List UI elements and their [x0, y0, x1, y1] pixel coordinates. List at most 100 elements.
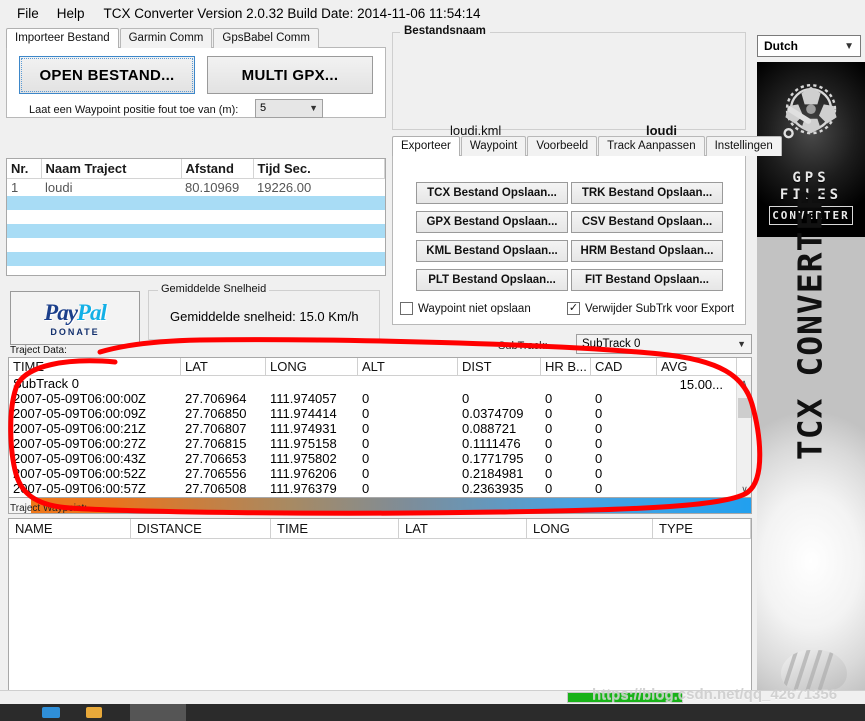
col-wp-distance[interactable]: DISTANCE	[131, 519, 271, 538]
traject-data-rows: SubTrack 0 2007-05-09T06:00:00Z 27.706964 1…	[9, 376, 751, 496]
col-long[interactable]: LONG	[266, 358, 358, 375]
paypal-donate-button[interactable]: PayPal DONATE	[10, 291, 140, 345]
col-avg[interactable]: AVG	[657, 358, 737, 375]
save-plt-button[interactable]: PLT Bestand Opslaan...	[416, 269, 568, 291]
traject-data-horizontal-scrollbar[interactable]	[8, 498, 752, 514]
tab-exporteer[interactable]: Exporteer	[392, 136, 460, 156]
col-alt[interactable]: ALT	[358, 358, 458, 375]
cell-dist: 0.1771795	[462, 451, 524, 466]
cell-long: 111.976379	[270, 481, 337, 496]
scroll-down-icon[interactable]: ∨	[737, 482, 751, 497]
subtrack-value: SubTrack 0	[582, 338, 641, 350]
tcx-converter-vertical-title: TCX CONVERTER	[790, 188, 830, 461]
table-row[interactable]: 2007-05-09T06:00:21Z 27.706807 111.974931 0…	[9, 421, 751, 436]
save-csv-button[interactable]: CSV Bestand Opslaan...	[571, 211, 723, 233]
multi-gpx-button[interactable]: MULTI GPX...	[207, 56, 373, 94]
cell-cad: 0	[595, 451, 603, 466]
tab-garmin-comm[interactable]: Garmin Comm	[119, 28, 213, 48]
table-row[interactable]: 2007-05-09T06:00:27Z 27.706815 111.975158 0…	[9, 436, 751, 451]
cell-afstand: 80.10969	[185, 180, 240, 195]
table-row[interactable]	[7, 210, 385, 224]
cell-lat: 27.706556	[185, 466, 247, 481]
tab-gpsbabel-comm[interactable]: GpsBabel Comm	[213, 28, 319, 48]
col-wp-long[interactable]: LONG	[527, 519, 653, 538]
save-fit-button[interactable]: FIT Bestand Opslaan...	[571, 269, 723, 291]
cell-hrb: 0	[545, 451, 553, 466]
cell-avg	[657, 421, 737, 436]
table-row[interactable]: 2007-05-09T06:00:09Z 27.706850 111.974414 0…	[9, 406, 751, 421]
app-version-title: TCX Converter Version 2.0.32 Build Date:…	[103, 5, 481, 21]
col-dist[interactable]: DIST	[458, 358, 541, 375]
table-row[interactable]	[7, 196, 385, 210]
cell-alt: 0	[362, 406, 370, 421]
tab-instellingen[interactable]: Instellingen	[705, 136, 782, 156]
waypoint-niet-opslaan-checkbox[interactable]: Waypoint niet opslaan	[400, 302, 531, 315]
save-tcx-button[interactable]: TCX Bestand Opslaan...	[416, 182, 568, 204]
save-kml-button[interactable]: KML Bestand Opslaan...	[416, 240, 568, 262]
save-hrm-button[interactable]: HRM Bestand Opslaan...	[571, 240, 723, 262]
cell-dist: 0.1111476	[462, 436, 521, 451]
col-hr[interactable]: HR B...	[541, 358, 591, 375]
scrollbar-thumb[interactable]	[738, 398, 751, 418]
col-cad[interactable]: CAD	[591, 358, 657, 375]
table-row[interactable]	[7, 238, 385, 252]
save-trk-button[interactable]: TRK Bestand Opslaan...	[571, 182, 723, 204]
menu-bar: File Help TCX Converter Version 2.0.32 B…	[0, 0, 865, 26]
waypoint-grid-header: NAME DISTANCE TIME LAT LONG TYPE	[9, 519, 751, 539]
cell-alt: 0	[362, 436, 370, 451]
subtrack-select[interactable]: SubTrack 0 ▼	[576, 334, 752, 354]
table-row[interactable]: 2007-05-09T06:00:43Z 27.706653 111.975802 0…	[9, 451, 751, 466]
tab-waypoint[interactable]: Waypoint	[460, 136, 527, 156]
traject-data-vertical-scrollbar[interactable]: ∧ ∨	[736, 376, 751, 497]
table-row[interactable]	[7, 252, 385, 266]
cell-nr: 1	[11, 180, 19, 195]
export-tabstrip: Exporteer Waypoint Voorbeeld Track Aanpa…	[392, 136, 782, 156]
taskbar[interactable]	[0, 704, 865, 721]
waypoint-error-select[interactable]: 5 ▼	[255, 99, 323, 118]
col-wp-lat[interactable]: LAT	[399, 519, 527, 538]
col-wp-name[interactable]: NAME	[9, 519, 131, 538]
menu-item-help[interactable]: Help	[48, 4, 94, 23]
col-lat[interactable]: LAT	[181, 358, 266, 375]
cell-subtrack-label: SubTrack 0	[13, 376, 79, 391]
cell-lat: 27.706815	[185, 436, 247, 451]
table-row[interactable]: 1 loudi 80.10969 19226.00	[7, 179, 385, 197]
scroll-up-icon[interactable]: ∧	[737, 376, 751, 391]
import-tab-body: OPEN BESTAND... MULTI GPX... Laat een Wa…	[6, 47, 386, 118]
cell-dist: 0.088721	[462, 421, 517, 436]
language-select[interactable]: Dutch ▼	[757, 35, 861, 57]
verwijder-subtrk-checkbox[interactable]: ✓ Verwijder SubTrk voor Export	[567, 302, 734, 315]
track-table-header-row: Nr. Naam Traject Afstand Tijd Sec.	[7, 159, 385, 179]
open-bestand-button[interactable]: OPEN BESTAND...	[19, 56, 195, 94]
cell-avg	[657, 436, 737, 451]
branding-panel: GPS FILES CONVERTER TCX CONVERTER	[757, 62, 865, 702]
taskbar-item-folder[interactable]	[86, 707, 102, 718]
save-gpx-button[interactable]: GPX Bestand Opslaan...	[416, 211, 568, 233]
traject-data-grid[interactable]: TIME LAT LONG ALT DIST HR B... CAD AVG S…	[8, 357, 752, 498]
table-row[interactable]: 2007-05-09T06:00:00Z 27.706964 111.974057 0…	[9, 391, 751, 406]
track-list-table[interactable]: Nr. Naam Traject Afstand Tijd Sec. 1 lou…	[6, 158, 386, 276]
cell-long: 111.976206	[270, 466, 337, 481]
table-row[interactable]	[7, 224, 385, 238]
menu-item-file[interactable]: File	[8, 4, 48, 23]
cell-time: 2007-05-09T06:00:57Z	[13, 481, 146, 496]
waypoint-grid[interactable]: NAME DISTANCE TIME LAT LONG TYPE	[8, 518, 752, 696]
col-time[interactable]: TIME	[9, 358, 181, 375]
filename-group	[392, 32, 746, 130]
cell-long: 111.974057	[270, 391, 337, 406]
col-afstand: Afstand	[181, 159, 254, 179]
cell-long: 111.975158	[270, 436, 337, 451]
table-row[interactable]: 2007-05-09T06:00:57Z 27.706508 111.976379 0…	[9, 481, 751, 496]
col-wp-time[interactable]: TIME	[271, 519, 399, 538]
cell-avg	[657, 466, 737, 481]
taskbar-item-active-window[interactable]	[130, 704, 186, 721]
filename-legend: Bestandsnaam	[400, 25, 490, 37]
tab-track-aanpassen[interactable]: Track Aanpassen	[598, 136, 705, 156]
tab-importeer-bestand[interactable]: Importeer Bestand	[6, 28, 119, 48]
col-wp-type[interactable]: TYPE	[653, 519, 751, 538]
tab-voorbeeld[interactable]: Voorbeeld	[527, 136, 598, 156]
table-row[interactable]: SubTrack 0	[9, 376, 751, 391]
table-row[interactable]: 2007-05-09T06:00:52Z 27.706556 111.976206 0…	[9, 466, 751, 481]
cell-cad: 0	[595, 421, 603, 436]
taskbar-item-explorer[interactable]	[42, 707, 60, 718]
